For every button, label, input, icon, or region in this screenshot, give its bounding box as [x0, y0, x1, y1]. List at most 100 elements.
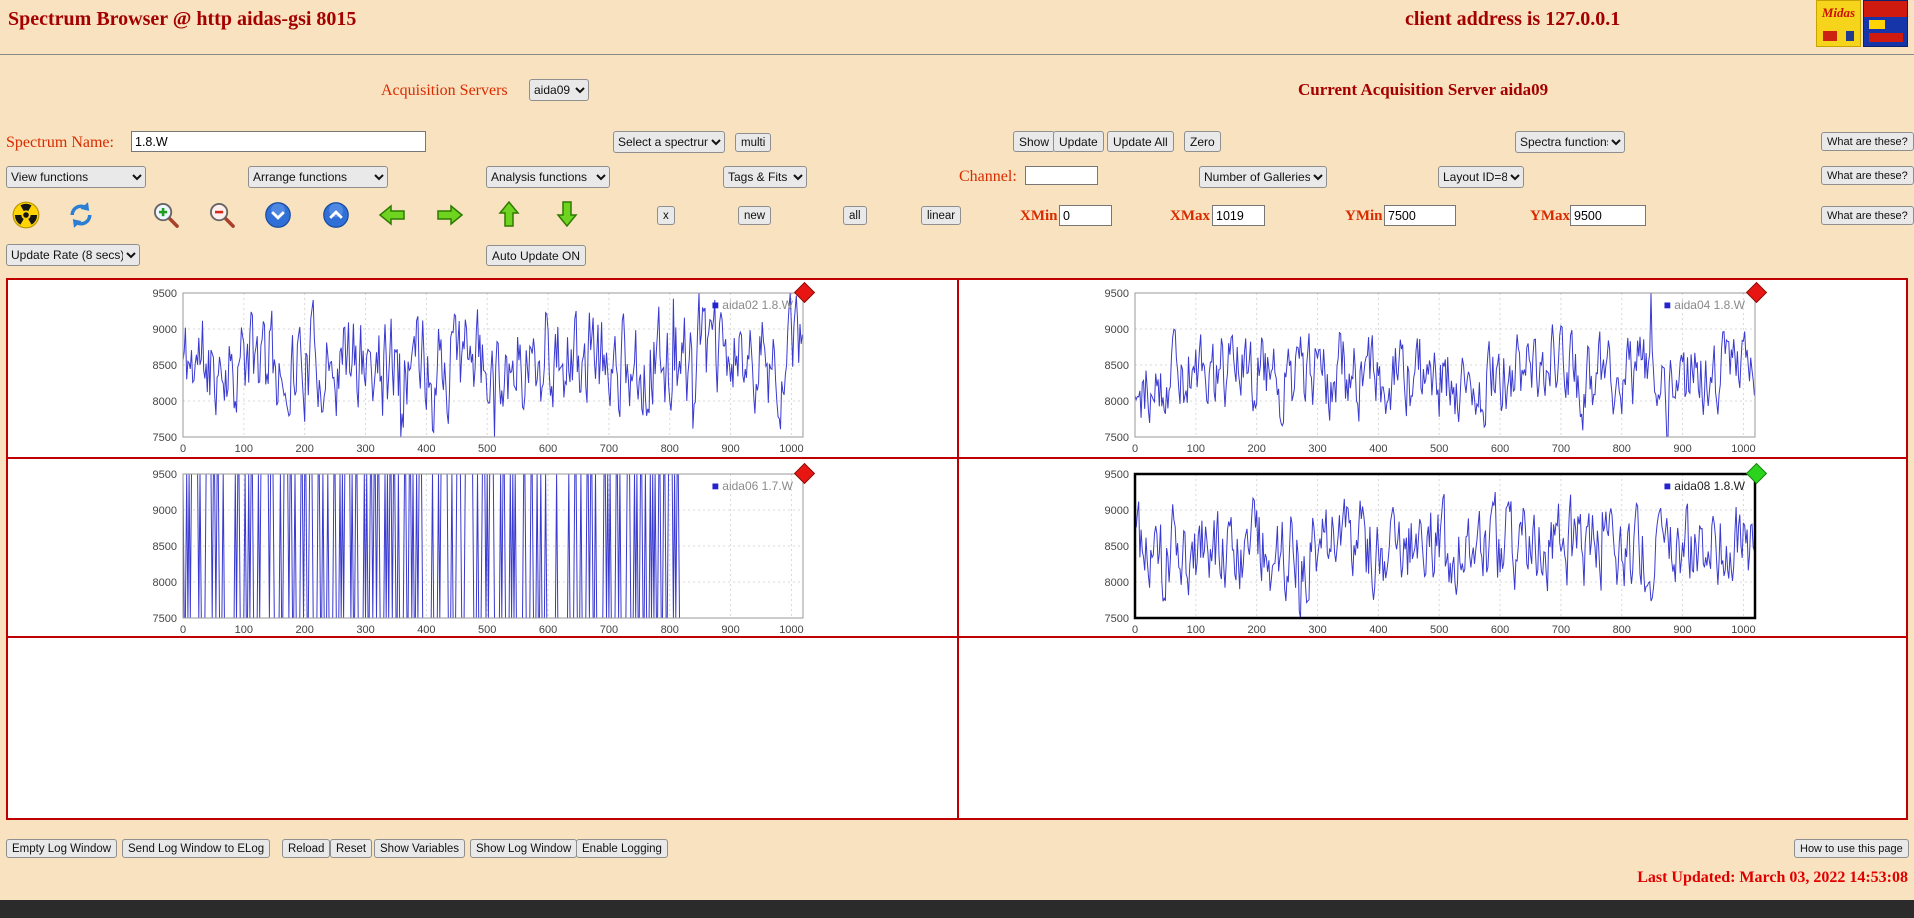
svg-text:7500: 7500 [153, 613, 177, 625]
svg-text:8000: 8000 [1105, 577, 1129, 589]
update-all-button[interactable]: Update All [1107, 131, 1174, 152]
second-logo [1863, 0, 1908, 47]
svg-text:9000: 9000 [1105, 505, 1129, 517]
tags-fits-select[interactable]: Tags & Fits [723, 166, 807, 188]
xmax-label: XMax [1170, 208, 1210, 225]
svg-text:400: 400 [1369, 443, 1387, 455]
view-functions-select[interactable]: View functions [6, 166, 146, 188]
all-button[interactable]: all [843, 206, 867, 225]
channel-input[interactable] [1025, 166, 1098, 185]
new-button[interactable]: new [738, 206, 771, 225]
show-button[interactable]: Show [1013, 131, 1055, 152]
svg-text:700: 700 [1552, 624, 1570, 636]
x-button[interactable]: x [657, 206, 675, 225]
svg-text:300: 300 [356, 443, 374, 455]
blue-circle-down-arrow-icon[interactable] [264, 201, 292, 229]
zoom-in-icon[interactable] [152, 201, 180, 229]
gallery-chart-aida06[interactable]: 7500800085009000950001002003004005006007… [183, 474, 803, 618]
empty-log-window-button[interactable]: Empty Log Window [6, 839, 117, 858]
svg-text:9000: 9000 [153, 505, 177, 517]
update-button[interactable]: Update [1053, 131, 1104, 152]
last-updated-text: Last Updated: March 03, 2022 14:53:08 [1637, 869, 1908, 887]
svg-text:800: 800 [1613, 443, 1631, 455]
svg-text:300: 300 [1308, 443, 1326, 455]
analysis-functions-select[interactable]: Analysis functions [486, 166, 610, 188]
gallery-chart-aida04[interactable]: 7500800085009000950001002003004005006007… [1135, 293, 1755, 437]
svg-text:500: 500 [478, 443, 496, 455]
refresh-icon[interactable] [67, 201, 95, 229]
svg-text:300: 300 [356, 624, 374, 636]
svg-text:400: 400 [417, 624, 435, 636]
spectrum-select[interactable]: Select a spectrum [613, 131, 725, 153]
svg-text:8000: 8000 [153, 396, 177, 408]
multi-button[interactable]: multi [735, 133, 771, 152]
what-are-these-button-1[interactable]: What are these? [1821, 132, 1914, 151]
zoom-out-icon[interactable] [208, 201, 236, 229]
spectrum-browser-page: Spectrum Browser @ http aidas-gsi 8015 c… [0, 0, 1914, 918]
svg-text:9500: 9500 [1105, 288, 1129, 300]
spectrum-name-input[interactable] [131, 131, 426, 152]
gallery-chart-aida08[interactable]: 7500800085009000950001002003004005006007… [1135, 474, 1755, 618]
acquisition-server-select[interactable]: aida09 [529, 79, 589, 101]
reload-button[interactable]: Reload [282, 839, 330, 858]
arrange-functions-select[interactable]: Arrange functions [248, 166, 388, 188]
how-to-use-button[interactable]: How to use this page [1794, 839, 1909, 858]
svg-text:100: 100 [235, 443, 253, 455]
svg-text:9500: 9500 [153, 288, 177, 300]
svg-text:1000: 1000 [1731, 443, 1755, 455]
svg-text:800: 800 [661, 624, 679, 636]
svg-text:■ aida08 1.8.W: ■ aida08 1.8.W [1664, 479, 1746, 493]
send-log-window-to-elog-button[interactable]: Send Log Window to ELog [122, 839, 270, 858]
spectra-functions-select[interactable]: Spectra functions [1515, 131, 1625, 153]
svg-text:900: 900 [721, 624, 739, 636]
svg-text:800: 800 [661, 443, 679, 455]
svg-text:■ aida06 1.7.W: ■ aida06 1.7.W [712, 479, 794, 493]
green-down-arrow-icon[interactable] [555, 200, 579, 228]
what-are-these-button-2[interactable]: What are these? [1821, 166, 1914, 185]
auto-update-button[interactable]: Auto Update ON [486, 245, 586, 266]
svg-text:800: 800 [1613, 624, 1631, 636]
svg-text:8000: 8000 [153, 577, 177, 589]
svg-text:100: 100 [1187, 624, 1205, 636]
svg-text:7500: 7500 [153, 432, 177, 444]
enable-logging-button[interactable]: Enable Logging [576, 839, 668, 858]
xmin-input[interactable] [1059, 205, 1112, 226]
midas-logo-mark2 [1846, 31, 1854, 41]
svg-text:8500: 8500 [153, 360, 177, 372]
show-log-window-button[interactable]: Show Log Window [470, 839, 577, 858]
ymin-input[interactable] [1384, 205, 1456, 226]
svg-text:900: 900 [721, 443, 739, 455]
second-logo-stripe-red [1864, 1, 1907, 17]
layout-id-select[interactable]: Layout ID=8 [1438, 166, 1524, 188]
second-logo-stripe-red2 [1869, 33, 1903, 42]
gallery-chart-aida02[interactable]: 7500800085009000950001002003004005006007… [183, 293, 803, 437]
number-of-galleries-select[interactable]: Number of Galleries [1199, 166, 1327, 188]
zero-button[interactable]: Zero [1184, 131, 1221, 152]
what-are-these-button-3[interactable]: What are these? [1821, 206, 1914, 225]
svg-text:900: 900 [1673, 443, 1691, 455]
radiation-icon[interactable] [12, 201, 40, 229]
svg-text:200: 200 [296, 624, 314, 636]
svg-text:500: 500 [1430, 443, 1448, 455]
linear-button[interactable]: linear [921, 206, 961, 225]
update-rate-select[interactable]: Update Rate (8 secs) [6, 244, 140, 266]
ymax-label: YMax [1530, 208, 1570, 225]
green-right-arrow-icon[interactable] [436, 203, 464, 227]
svg-text:1000: 1000 [779, 443, 803, 455]
svg-text:8000: 8000 [1105, 396, 1129, 408]
reset-button[interactable]: Reset [330, 839, 372, 858]
grid-vertical-divider [957, 280, 959, 818]
svg-text:400: 400 [417, 443, 435, 455]
current-server-label: Current Acquisition Server aida09 [1298, 80, 1548, 100]
xmax-input[interactable] [1212, 205, 1265, 226]
svg-text:200: 200 [296, 443, 314, 455]
green-left-arrow-icon[interactable] [378, 203, 406, 227]
ymax-input[interactable] [1570, 205, 1646, 226]
svg-text:300: 300 [1308, 624, 1326, 636]
green-up-arrow-icon[interactable] [497, 200, 521, 228]
svg-text:600: 600 [1491, 624, 1509, 636]
show-variables-button[interactable]: Show Variables [374, 839, 465, 858]
midas-logo-mark [1823, 31, 1837, 41]
svg-text:600: 600 [539, 443, 557, 455]
blue-circle-up-arrow-icon[interactable] [322, 201, 350, 229]
